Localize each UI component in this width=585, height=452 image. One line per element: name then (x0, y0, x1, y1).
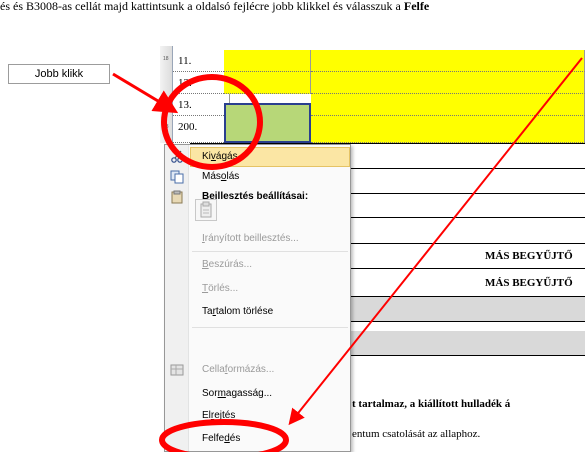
cell-yellow[interactable] (311, 94, 585, 116)
row-header-mark: 18 (163, 56, 169, 62)
menu-text: talom törlése (215, 306, 274, 317)
menu-text: eszúrás... (208, 259, 253, 270)
cell-yellow[interactable] (224, 50, 311, 72)
row-number-cell[interactable]: 11. (173, 50, 230, 72)
menu-accel: B (202, 259, 209, 270)
menu-item-paste-special[interactable]: Irányított beillesztés... (190, 229, 350, 249)
menu-text: El (202, 410, 211, 421)
menu-item-hide[interactable]: Elrejtés (190, 406, 350, 426)
menu-item-insert[interactable]: Beszúrás... (190, 255, 350, 275)
cell-yellow[interactable] (311, 116, 585, 143)
cell-yellow[interactable] (311, 72, 585, 94)
menu-text: ormázás... (227, 364, 275, 375)
menu-text: ejtés (214, 410, 236, 421)
menu-item-copy[interactable]: Másolás (190, 167, 350, 187)
doc-text-line: t tartalmaz, a kiállított hulladék á (352, 398, 511, 410)
scissors-icon (171, 150, 183, 163)
menu-text: lás (226, 171, 240, 182)
context-menu: Kivágás Másolás Beillesztés beállításai:… (164, 144, 351, 452)
doc-text-line: MÁS BEGYŰJTŐ (485, 250, 573, 262)
menu-item-row-height[interactable]: Sormagasság... (190, 384, 350, 404)
menu-text: Felfe (202, 433, 225, 444)
menu-item-format-cells[interactable]: Cellaformázás... (190, 360, 350, 380)
menu-text: Cella (202, 364, 225, 375)
menu-separator (192, 327, 348, 328)
paste-option-button[interactable] (195, 199, 217, 221)
menu-text: Sor (202, 388, 218, 399)
menu-text: Ta (202, 306, 213, 317)
menu-item-delete[interactable]: Törlés... (190, 279, 350, 299)
clipboard-icon (171, 190, 183, 204)
format-cells-icon (170, 364, 184, 376)
menu-text: rányított beillesztés... (204, 233, 299, 244)
menu-item-clear-contents[interactable]: Tartalom törlése (190, 302, 350, 322)
row-number-cell[interactable]: 200. (173, 116, 230, 143)
menu-text: ágás (215, 151, 238, 162)
doc-text-line: MÁS BEGYŰJTŐ (485, 277, 573, 289)
instruction-bold: Felfe (403, 0, 430, 13)
menu-item-unhide[interactable]: Felfedés (190, 429, 350, 449)
menu-text: és (229, 433, 241, 444)
cell-selected-green[interactable] (224, 103, 311, 143)
menu-item-cut[interactable]: Kivágás (190, 147, 350, 167)
menu-text: Más (202, 171, 221, 182)
instruction-main: és és B3008-as cellát majd kattintsunk a… (0, 0, 404, 13)
menu-text: Ki (202, 151, 211, 162)
menu-accel: m (217, 388, 226, 399)
menu-separator (192, 251, 348, 252)
doc-text-line: entum csatolását az allaphoz. (352, 428, 481, 440)
paste-icon (200, 201, 212, 218)
menu-text: örlés... (208, 283, 239, 294)
cell-yellow[interactable] (311, 50, 585, 72)
row-header-strip[interactable]: 18 18 (160, 46, 173, 143)
cell-yellow[interactable] (224, 72, 311, 94)
row-number-cell[interactable]: 13. (173, 94, 230, 116)
row-header-mark: 18 (163, 124, 169, 130)
instruction-text: és és B3008-as cellát majd kattintsunk a… (0, 0, 585, 14)
copy-icon (170, 170, 184, 184)
menu-text: agasság... (225, 388, 273, 399)
right-click-callout: Jobb klikk (8, 64, 110, 84)
row-number-cell[interactable]: 12. (173, 72, 230, 94)
